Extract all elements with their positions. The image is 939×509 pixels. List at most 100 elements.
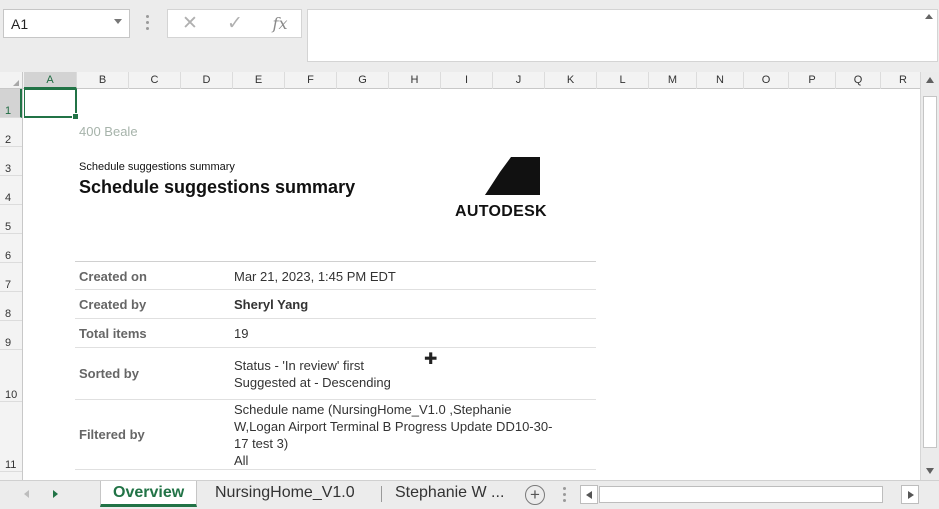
name-box[interactable]: A1 (3, 9, 130, 38)
scroll-up-icon[interactable] (926, 77, 934, 83)
collapse-formula-bar-icon[interactable] (925, 14, 933, 19)
scroll-right-icon[interactable] (901, 485, 919, 504)
logo-wordmark: AUTODESK (455, 203, 547, 220)
vertical-scrollbar[interactable] (920, 72, 939, 480)
cancel-icon[interactable]: ✕ (176, 13, 204, 35)
column-header-f[interactable]: F (285, 72, 337, 89)
row-header-3[interactable]: 3 (0, 147, 22, 176)
column-header-h[interactable]: H (389, 72, 441, 89)
column-header-i[interactable]: I (441, 72, 493, 89)
scroll-down-icon[interactable] (926, 468, 934, 474)
summary-value: Status - 'In review' first Suggested at -… (234, 357, 391, 391)
row-number: 8 (5, 308, 12, 320)
summary-value-line: All (234, 453, 249, 468)
tab-nursinghome[interactable]: NursingHome_V1.0 (203, 481, 367, 507)
add-sheet-button[interactable]: + (525, 485, 545, 505)
column-header-n[interactable]: N (697, 72, 744, 89)
summary-value-line: Sheryl Yang (234, 297, 309, 312)
row-header-1[interactable]: 1 (0, 89, 22, 118)
column-header-j[interactable]: J (493, 72, 545, 89)
summary-row: Created on Mar 21, 2023, 1:45 PM EDT (75, 261, 596, 290)
column-header-b[interactable]: B (77, 72, 129, 89)
next-sheet-icon[interactable] (53, 490, 58, 498)
row-headers: 123456789101112 (0, 89, 23, 480)
tab-splitter-icon[interactable] (563, 487, 566, 505)
tab-overview[interactable]: Overview (100, 481, 198, 507)
sheet-tab-bar: Overview NursingHome_V1.0 Stephanie W ..… (0, 480, 939, 509)
summary-label: Created by (79, 297, 147, 312)
column-header-g[interactable]: G (337, 72, 389, 89)
formula-buttons: ✕ ✓ fx (167, 9, 302, 38)
column-header-a[interactable]: A (24, 72, 77, 89)
report-subtitle: Schedule suggestions summary (79, 161, 235, 173)
column-header-e[interactable]: E (233, 72, 285, 89)
horizontal-scrollbar[interactable] (580, 485, 920, 504)
row-header-2[interactable]: 2 (0, 118, 22, 147)
column-header-l[interactable]: L (597, 72, 649, 89)
row-number: 7 (5, 279, 12, 291)
row-number: 11 (5, 459, 17, 471)
summary-row: Sorted by Status - 'In review' first Sugge… (75, 348, 596, 400)
horizontal-scroll-thumb[interactable] (599, 486, 883, 503)
summary-value-line: 19 (234, 326, 249, 341)
summary-table: Created on Mar 21, 2023, 1:45 PM EDT Creat… (75, 261, 596, 470)
tab-stephanie[interactable]: Stephanie W ... (383, 481, 516, 507)
drag-handle-icon[interactable] (146, 15, 149, 31)
summary-row: Total items 19 (75, 319, 596, 348)
summary-value-line: Mar 21, 2023, 1:45 PM EDT (234, 269, 396, 284)
summary-value-line: Schedule name (NursingHome_V1.0 ,Stephan… (234, 402, 512, 417)
row-header-6[interactable]: 6 (0, 234, 22, 263)
report-title: Schedule suggestions summary (79, 177, 356, 197)
project-name: 400 Beale (79, 124, 138, 139)
vertical-scroll-thumb[interactable] (923, 96, 937, 448)
summary-value: 19 (234, 325, 248, 342)
formula-input[interactable] (307, 9, 938, 62)
name-box-value: A1 (11, 16, 29, 32)
row-header-9[interactable]: 9 (0, 321, 22, 350)
summary-label: Created on (79, 269, 147, 284)
row-number: 4 (5, 192, 12, 204)
row-number: 1 (5, 105, 12, 117)
row-header-7[interactable]: 7 (0, 263, 22, 292)
row-header-5[interactable]: 5 (0, 205, 22, 234)
column-header-c[interactable]: C (129, 72, 181, 89)
tab-divider (381, 486, 382, 502)
column-header-p[interactable]: P (789, 72, 836, 89)
summary-row: Created by Sheryl Yang (75, 290, 596, 319)
enter-icon[interactable]: ✓ (221, 13, 249, 35)
cell-cursor-icon: ✚ (424, 351, 438, 368)
row-header-4[interactable]: 4 (0, 176, 22, 205)
column-header-o[interactable]: O (744, 72, 789, 89)
row-number: 3 (5, 163, 12, 175)
summary-value-line: W,Logan Airport Terminal B Progress Upda… (234, 419, 553, 434)
summary-value: Mar 21, 2023, 1:45 PM EDT (234, 268, 396, 285)
row-number: 6 (5, 250, 12, 262)
summary-value-line: Suggested at - Descending (234, 375, 391, 390)
column-header-k[interactable]: K (545, 72, 597, 89)
insert-function-button[interactable]: fx (266, 13, 294, 35)
column-headers: ABCDEFGHIJKLMNOPQR (0, 72, 939, 89)
row-number: 5 (5, 221, 12, 233)
row-header-11[interactable]: 11 (0, 402, 22, 472)
summary-label: Total items (79, 326, 147, 341)
summary-value-line: Status - 'In review' first (234, 358, 364, 373)
row-header-12[interactable]: 12 (0, 472, 22, 480)
worksheet-grid[interactable]: 400 Beale Schedule suggestions summary S… (24, 89, 920, 480)
active-cell-selection[interactable] (24, 89, 79, 120)
select-all-corner[interactable] (0, 72, 23, 89)
row-header-10[interactable]: 10 (0, 350, 22, 402)
summary-row: Filtered by Schedule name (NursingHome_V1… (75, 400, 596, 470)
summary-value-line: 17 test 3) (234, 436, 289, 451)
summary-value: Schedule name (NursingHome_V1.0 ,Stephan… (234, 401, 552, 469)
row-number: 9 (5, 337, 12, 349)
previous-sheet-icon[interactable] (24, 490, 29, 498)
row-header-8[interactable]: 8 (0, 292, 22, 321)
column-header-d[interactable]: D (181, 72, 233, 89)
summary-label: Filtered by (79, 427, 145, 442)
formula-bar-area: A1 ✕ ✓ fx (0, 0, 939, 72)
column-header-m[interactable]: M (649, 72, 697, 89)
scroll-left-icon[interactable] (580, 485, 598, 504)
row-number: 2 (5, 134, 12, 146)
chevron-down-icon[interactable] (114, 19, 122, 24)
column-header-q[interactable]: Q (836, 72, 881, 89)
